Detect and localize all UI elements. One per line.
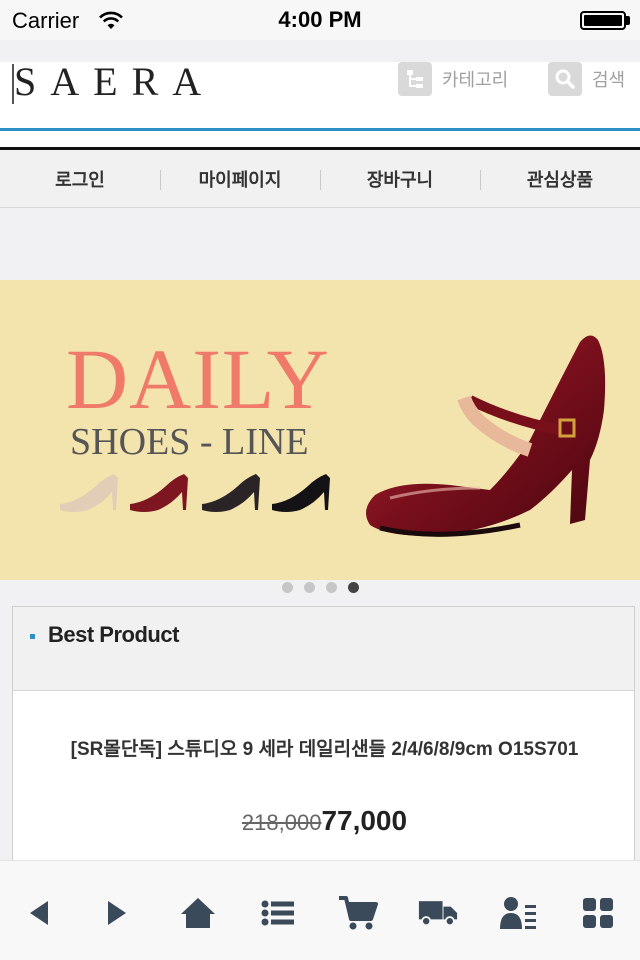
promo-banner[interactable]: DAILY SHOES - LINE [0,280,640,580]
back-button[interactable] [18,893,58,933]
home-icon [181,898,215,928]
home-button[interactable] [178,893,218,933]
category-button[interactable]: 카테고리 [398,60,508,98]
cart-button[interactable] [338,893,378,933]
bottom-toolbar [0,860,640,960]
sale-price: 77,000 [321,805,408,836]
site-logo[interactable]: SAERA [14,58,215,105]
delivery-truck-icon [418,901,458,927]
price-row: 218,00077,000 [13,805,636,837]
search-button[interactable]: 검색 [548,60,625,98]
header-accent-line [0,128,640,131]
delivery-button[interactable] [418,893,458,933]
forward-arrow-icon [108,901,126,925]
search-label: 검색 [592,70,626,90]
nav-mypage[interactable]: 마이페이지 [160,150,320,207]
my-account-icon [500,897,536,929]
category-tree-icon [398,62,432,96]
pagination-dot[interactable] [325,582,337,593]
cart-icon [339,896,378,930]
best-product-header: Best Product [13,607,634,691]
back-arrow-icon [30,901,48,925]
section-title: Best Product [48,622,179,647]
banner-title: DAILY [66,331,330,427]
featured-shoe-image [366,335,606,537]
black-shoe [272,474,330,512]
nav-cart[interactable]: 장바구니 [320,150,480,207]
section-bullet-icon [30,634,35,639]
grid-menu-icon [583,898,613,928]
nav-wishlist[interactable]: 관심상품 [480,150,640,207]
nude-shoe [60,474,118,512]
status-bar: Carrier 4:00 PM [0,0,640,40]
nav-login[interactable]: 로그인 [0,150,160,207]
product-name[interactable]: [SR몰단독] 스튜디오 9 세라 데일리샌들 2/4/6/8/9cm O15S… [13,737,636,763]
site-header: SAERA 카테고리 검색 [0,40,640,150]
menu-button[interactable] [578,893,618,933]
best-product-panel: Best Product [SR몰단독] 스튜디오 9 세라 데일리샌들 2/4… [12,606,635,866]
banner-subtitle: SHOES - LINE [70,421,309,463]
original-price: 218,000 [241,810,322,835]
list-button[interactable] [258,893,298,933]
banner-pagination [0,582,640,598]
category-label: 카테고리 [442,70,509,90]
small-shoes-illustration [60,474,330,512]
pagination-dot[interactable] [281,582,293,593]
forward-button[interactable] [98,893,138,933]
pagination-dot[interactable] [303,582,315,593]
dark-shoe [202,474,260,512]
pagination-dot-active[interactable] [347,582,359,593]
my-account-button[interactable] [498,893,538,933]
battery-icon [580,11,626,30]
search-icon [548,62,582,96]
burgundy-shoe [130,474,188,512]
status-time: 4:00 PM [278,7,362,32]
battery-tip [626,16,630,25]
main-nav: 로그인 마이페이지 장바구니 관심상품 [0,150,640,208]
list-icon [261,900,294,926]
